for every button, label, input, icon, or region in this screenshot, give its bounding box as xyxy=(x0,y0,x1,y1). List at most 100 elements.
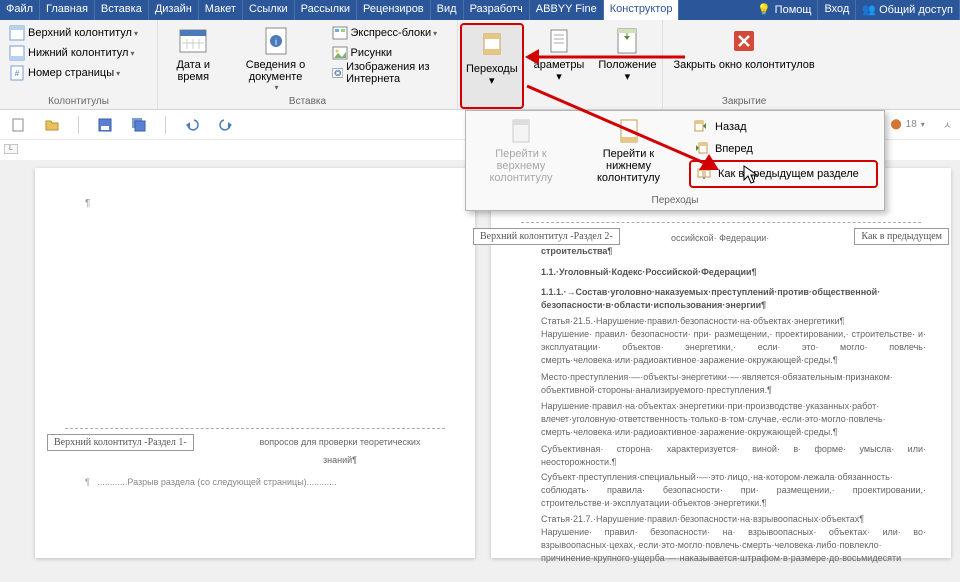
quick-parts-label: Экспресс-блоки xyxy=(351,27,432,39)
page-number-label: Номер страницы xyxy=(28,67,114,79)
date-time-button[interactable]: Дата и время xyxy=(164,23,223,94)
back-icon xyxy=(693,119,709,135)
qat-new-icon[interactable] xyxy=(10,117,26,133)
tab-insert[interactable]: Вставка xyxy=(95,0,149,20)
page1-break: ¶ ............Разрыв раздела (со следующ… xyxy=(85,476,455,489)
footer-icon xyxy=(9,45,25,61)
qat-sep2 xyxy=(165,116,166,134)
page1-text2: знаний¶ xyxy=(225,454,455,467)
tab-view[interactable]: Вид xyxy=(431,0,464,20)
parameters-button[interactable]: араметры▾ xyxy=(530,23,589,109)
collapse-ribbon-icon[interactable]: ㅅ xyxy=(943,117,952,132)
link-previous-icon xyxy=(696,166,712,182)
parameters-label: араметры▾ xyxy=(534,59,585,83)
goto-footer-button[interactable]: Перейти к нижнему колонтитулу xyxy=(576,111,681,192)
page2-p1: 1.1.1.·→Состав·уголовно·наказуемых·прест… xyxy=(541,286,926,312)
tab-help[interactable]: 💡Помощ xyxy=(751,0,818,20)
tab-review[interactable]: Рецензиров xyxy=(357,0,431,20)
page-number-icon: # xyxy=(9,65,25,81)
transitions-icon xyxy=(476,29,508,61)
quick-parts-icon xyxy=(332,25,348,41)
group-label-insert: Вставка xyxy=(164,94,451,109)
page2-p6: Субъективная· сторона· характеризуется· … xyxy=(541,443,926,469)
pilcrow-icon: ¶ xyxy=(85,198,90,209)
qat-count: 18 xyxy=(906,119,917,130)
same-as-previous-button[interactable]: Как в предыдущем разделе xyxy=(689,160,878,188)
qat-undo-icon[interactable] xyxy=(184,117,200,133)
tab-share[interactable]: 👥 Общий доступ xyxy=(856,0,960,20)
pictures-label: Рисунки xyxy=(351,47,393,59)
calendar-icon xyxy=(177,25,209,57)
qat-open-icon[interactable] xyxy=(44,117,60,133)
tab-home[interactable]: Главная xyxy=(40,0,95,20)
date-time-label: Дата и время xyxy=(168,59,219,83)
tab-signin[interactable]: Вход xyxy=(818,0,856,20)
ribbon: Верхний колонтитул Нижний колонтитул # Н… xyxy=(0,20,960,110)
header-icon xyxy=(9,25,25,41)
goto-footer-label: Перейти к нижнему колонтитулу xyxy=(580,148,677,184)
tab-design[interactable]: Дизайн xyxy=(149,0,199,20)
group-close: Закрыть окно колонтитулов Закрытие xyxy=(662,20,824,109)
qat-saveall-icon[interactable] xyxy=(131,117,147,133)
page-number-button[interactable]: # Номер страницы xyxy=(6,63,151,83)
nav-forward-button[interactable]: Вперед xyxy=(689,138,878,160)
tab-layout[interactable]: Макет xyxy=(199,0,243,20)
page2-p9: Нарушение· правил· безопасности· на· взр… xyxy=(541,526,926,565)
nav-back-button[interactable]: Назад xyxy=(689,116,878,138)
page2-p5: Нарушение·правил·на·объектах·энергетики·… xyxy=(541,400,926,439)
tab-abbyy[interactable]: ABBYY Fine xyxy=(530,0,604,20)
document-info-label: Сведения о документе xyxy=(233,59,319,83)
document-info-button[interactable]: i Сведения о документе xyxy=(229,23,323,94)
tab-developer[interactable]: Разработч xyxy=(464,0,530,20)
online-pictures-icon xyxy=(332,65,344,81)
footer-button[interactable]: Нижний колонтитул xyxy=(6,43,151,63)
tab-bar: Файл Главная Вставка Дизайн Макет Ссылки… xyxy=(0,0,960,20)
page2-p4: Место·преступления·—·объекты·энергетики·… xyxy=(541,371,926,397)
tab-mailings[interactable]: Рассылки xyxy=(295,0,357,20)
qat-sep xyxy=(78,116,79,134)
header-label: Верхний колонтитул xyxy=(28,27,132,39)
group-navigation: Переходы▾ араметры▾ Положение▾ xyxy=(458,20,662,109)
hf-boundary-1 xyxy=(65,428,445,429)
nav-forward-label: Вперед xyxy=(715,143,753,155)
dropdown-right-list: Назад Вперед Как в предыдущем разделе xyxy=(681,111,884,192)
tab-designer[interactable]: Конструктор xyxy=(604,0,680,20)
close-hf-label: Закрыть окно колонтитулов xyxy=(673,59,814,71)
transitions-label: Переходы▾ xyxy=(466,63,518,87)
page2-p2: Статья·21.5.·Нарушение·правил·безопаснос… xyxy=(541,315,926,328)
hf-boundary-2 xyxy=(521,222,921,223)
lightbulb-icon: 💡 xyxy=(757,4,771,16)
transitions-dropdown: Перейти к верхнему колонтитулу Перейти к… xyxy=(465,110,885,211)
tab-share-label: Общий доступ xyxy=(879,4,953,16)
online-pictures-button[interactable]: Изображения из Интернета xyxy=(329,63,452,83)
ruler-corner: L xyxy=(4,144,18,154)
group-label-close: Закрытие xyxy=(669,94,818,109)
document-area: ¶ Верхний колонтитул -Раздел 1- вопросов… xyxy=(0,160,960,582)
qat-save-icon[interactable] xyxy=(97,117,113,133)
qat-redo-icon[interactable] xyxy=(218,117,234,133)
svg-text:i: i xyxy=(275,37,277,47)
page1-text1: вопросов для проверки теоретических xyxy=(225,436,455,449)
page2-h1: 1.1.·Уголовный·Кодекс·Российской·Федерац… xyxy=(541,266,926,279)
pictures-button[interactable]: Рисунки xyxy=(329,43,452,63)
group-headers-footers: Верхний колонтитул Нижний колонтитул # Н… xyxy=(0,20,158,109)
goto-footer-icon xyxy=(615,117,643,145)
svg-text:#: # xyxy=(15,69,20,78)
online-pictures-label: Изображения из Интернета xyxy=(346,61,448,85)
parameters-icon xyxy=(543,25,575,57)
hf-label-section2: Верхний колонтитул -Раздел 2- xyxy=(473,228,620,245)
dropdown-footer-label: Переходы xyxy=(466,192,884,210)
close-hf-button[interactable]: Закрыть окно колонтитулов xyxy=(669,23,818,94)
share-icon: 👥 xyxy=(862,4,879,16)
page2-p8: Статья·21.7.·Нарушение·правил·безопаснос… xyxy=(541,513,926,526)
tab-file[interactable]: Файл xyxy=(0,0,40,20)
close-icon xyxy=(728,25,760,57)
quick-parts-button[interactable]: Экспресс-блоки xyxy=(329,23,452,43)
position-button[interactable]: Положение▾ xyxy=(594,23,660,109)
document-info-icon: i xyxy=(260,25,292,57)
position-label: Положение▾ xyxy=(598,59,656,83)
tab-references[interactable]: Ссылки xyxy=(243,0,295,20)
page2-p7: Субъект·преступления·специальный·—·это·л… xyxy=(541,471,926,510)
header-button[interactable]: Верхний колонтитул xyxy=(6,23,151,43)
transitions-button[interactable]: Переходы▾ xyxy=(460,23,524,109)
